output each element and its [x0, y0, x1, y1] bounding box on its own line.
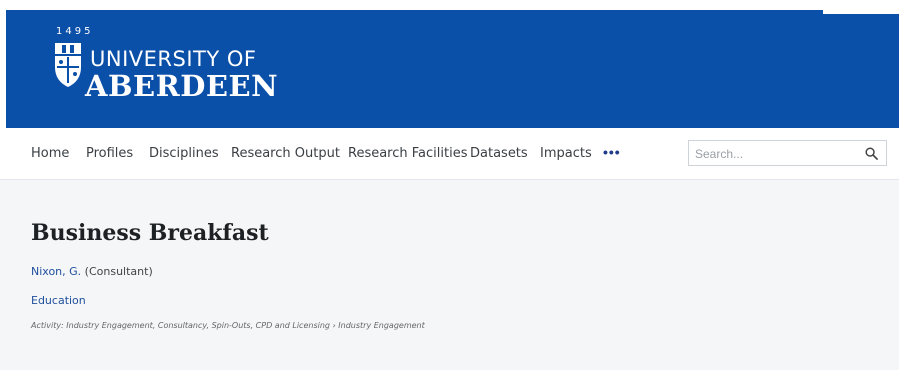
university-logo[interactable]: 1495 UNIVERSITY OF ABERDEEN: [53, 26, 293, 106]
logo-text-line2: ABERDEEN: [85, 69, 279, 103]
search-input[interactable]: [695, 144, 855, 163]
more-dots-icon[interactable]: •••: [603, 144, 621, 160]
nav-item-research-output[interactable]: Research Output: [231, 146, 340, 161]
header-banner: 1495 UNIVERSITY OF ABERDEEN: [6, 10, 899, 128]
logo-text-line1: UNIVERSITY OF: [90, 47, 257, 71]
page: 1495 UNIVERSITY OF ABERDEEN Home Profile…: [0, 0, 899, 370]
nav-item-research-facilities[interactable]: Research Facilities: [348, 146, 467, 161]
activity-content: Business Breakfast Nixon, G. (Consultant…: [0, 180, 899, 370]
person-role: (Consultant): [81, 265, 153, 278]
search-box: [688, 140, 887, 166]
category-link[interactable]: Education: [31, 294, 86, 307]
search-icon[interactable]: [865, 147, 878, 160]
logo-year: 1495: [56, 26, 94, 37]
page-title: Business Breakfast: [31, 220, 269, 246]
nav-item-datasets[interactable]: Datasets: [470, 146, 528, 161]
activity-person: Nixon, G. (Consultant): [31, 265, 153, 278]
main-nav: Home Profiles Disciplines Research Outpu…: [0, 128, 899, 180]
crest-icon: [55, 43, 81, 87]
activity-type: Activity: Industry Engagement, Consultan…: [31, 321, 425, 330]
banner-notch: [823, 10, 899, 14]
nav-item-impacts[interactable]: Impacts: [540, 146, 592, 161]
nav-item-home[interactable]: Home: [31, 146, 69, 161]
nav-item-profiles[interactable]: Profiles: [86, 146, 133, 161]
nav-item-disciplines[interactable]: Disciplines: [149, 146, 219, 161]
person-link[interactable]: Nixon, G.: [31, 265, 81, 278]
